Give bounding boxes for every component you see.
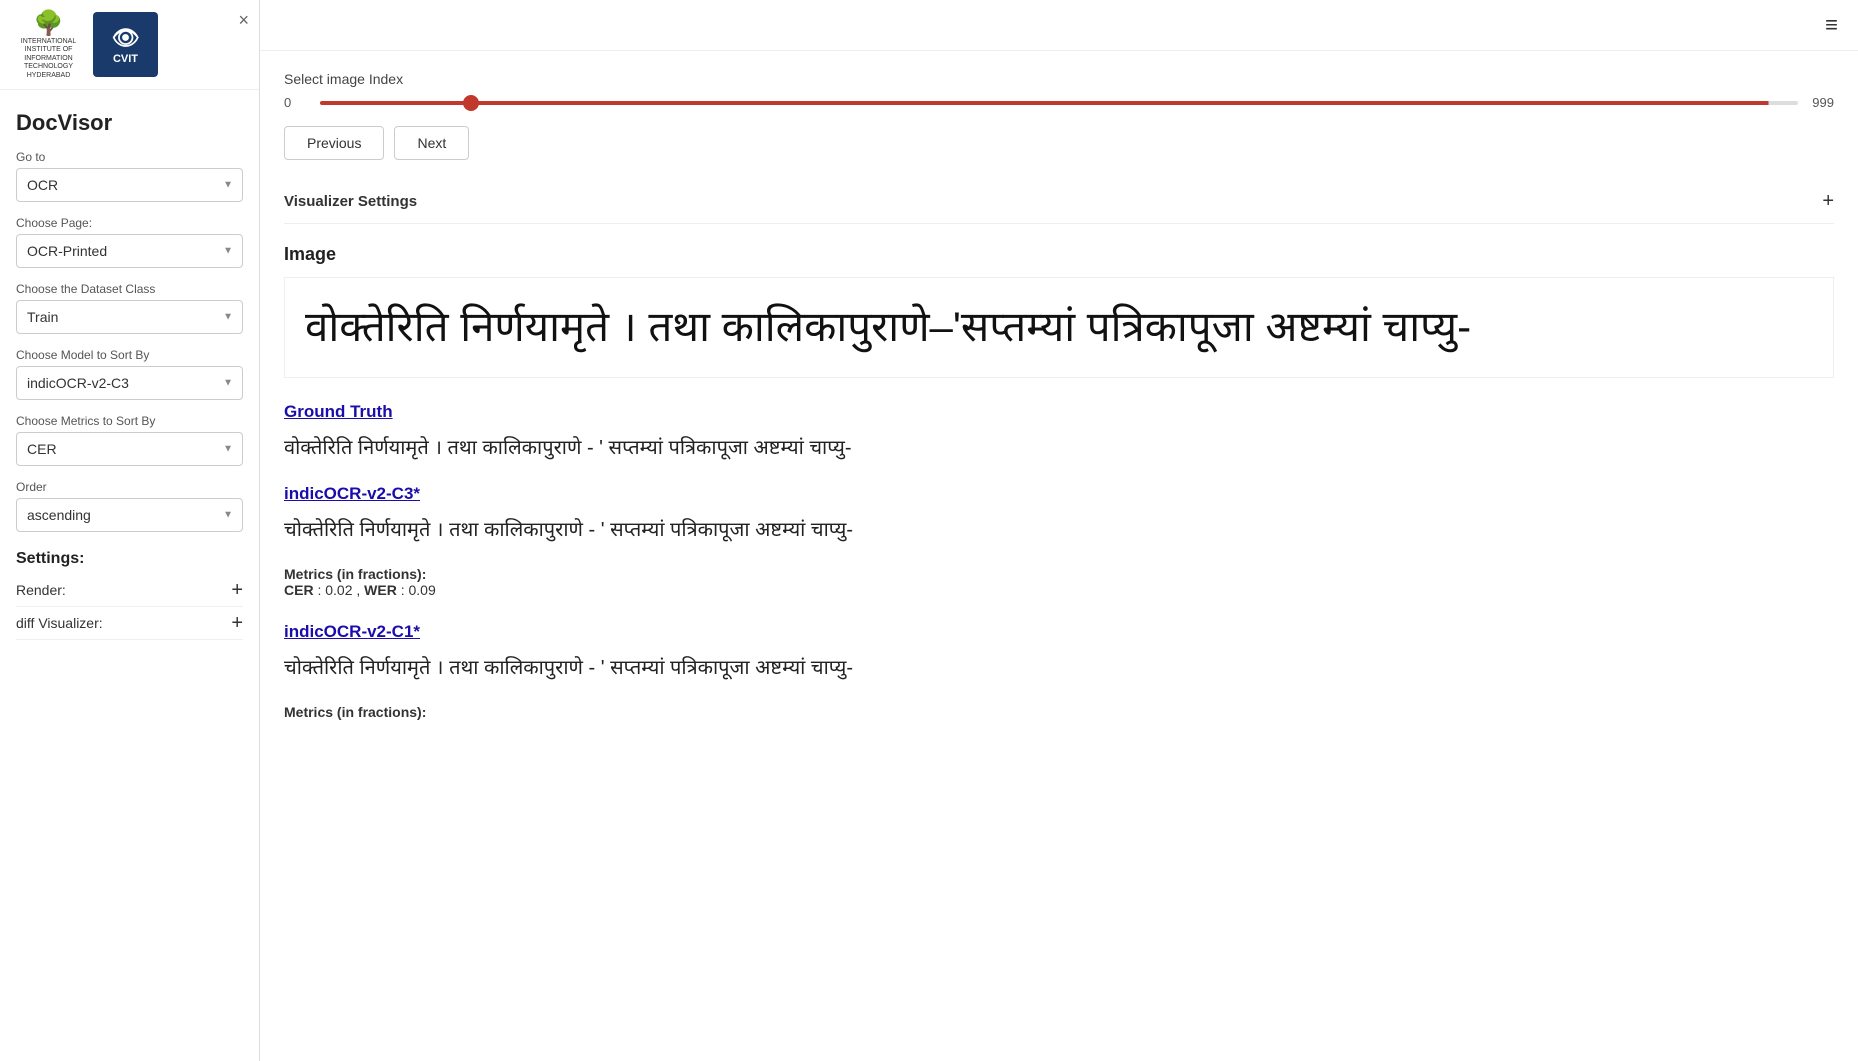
image-hindi-text: वोक्तेरिति निर्णयामृते । तथा कालिकापुराण… (285, 288, 1833, 367)
main-content: ≡ Select image Index 0 999 Previous Next… (260, 0, 1858, 1061)
menu-icon[interactable]: ≡ (1825, 12, 1838, 38)
iiit-logo: 🌳 INTERNATIONAL INSTITUTE OFINFORMATION … (16, 12, 81, 77)
goto-section: Go to OCR NER Layout (16, 150, 243, 202)
order-select-wrapper: ascending descending (16, 498, 243, 532)
dataset-class-select[interactable]: Train Test Validation (16, 300, 243, 334)
metrics-label-0: Metrics (in fractions): (284, 566, 1834, 582)
choose-page-label: Choose Page: (16, 216, 243, 230)
goto-label: Go to (16, 150, 243, 164)
slider-min-value: 0 (284, 95, 308, 110)
cvit-logo: 👁 CVIT (93, 12, 158, 77)
model-text-0: चोक्तेरिति निर्णयामृते । तथा कालिकापुराण… (284, 514, 1834, 546)
metrics-sort-select[interactable]: CER WER (16, 432, 243, 466)
order-label: Order (16, 480, 243, 494)
model-section-0: indicOCR-v2-C3* चोक्तेरिति निर्णयामृते । … (284, 484, 1834, 598)
render-plus-button[interactable]: + (231, 580, 243, 600)
visualizer-plus-button[interactable]: + (1822, 190, 1834, 213)
sidebar-content: DocVisor Go to OCR NER Layout Choose Pag… (0, 90, 259, 1061)
image-section-title: Image (284, 244, 1834, 265)
choose-page-section: Choose Page: OCR-Printed OCR-Handwritten (16, 216, 243, 268)
model-sort-select-wrapper: indicOCR-v2-C3 indicOCR-v2-C1 (16, 366, 243, 400)
slider-section: Select image Index 0 999 (284, 71, 1834, 110)
sidebar: 🌳 INTERNATIONAL INSTITUTE OFINFORMATION … (0, 0, 260, 1061)
render-row: Render: + (16, 574, 243, 607)
choose-page-select-wrapper: OCR-Printed OCR-Handwritten (16, 234, 243, 268)
model-sort-select[interactable]: indicOCR-v2-C3 indicOCR-v2-C1 (16, 366, 243, 400)
visualizer-settings-bar: Visualizer Settings + (284, 180, 1834, 224)
model-sort-section: Choose Model to Sort By indicOCR-v2-C3 i… (16, 348, 243, 400)
next-button[interactable]: Next (394, 126, 469, 160)
ground-truth-text: वोक्तेरिति निर्णयामृते । तथा कालिकापुराण… (284, 432, 1834, 464)
sidebar-header: 🌳 INTERNATIONAL INSTITUTE OFINFORMATION … (0, 0, 259, 90)
visualizer-settings-title: Visualizer Settings (284, 193, 417, 210)
goto-select[interactable]: OCR NER Layout (16, 168, 243, 202)
goto-select-wrapper: OCR NER Layout (16, 168, 243, 202)
nav-buttons: Previous Next (284, 126, 1834, 160)
close-button[interactable]: × (238, 10, 249, 31)
model-text-1: चोक्तेरिति निर्णयामृते । तथा कालिकापुराण… (284, 652, 1834, 684)
models-container: indicOCR-v2-C3* चोक्तेरिति निर्णयामृते । … (284, 484, 1834, 720)
model-section-1: indicOCR-v2-C1* चोक्तेरिति निर्णयामृते । … (284, 622, 1834, 720)
order-select[interactable]: ascending descending (16, 498, 243, 532)
metrics-sort-label: Choose Metrics to Sort By (16, 414, 243, 428)
diff-visualizer-row: diff Visualizer: + (16, 607, 243, 640)
ground-truth-link[interactable]: Ground Truth (284, 402, 1834, 422)
dataset-class-label: Choose the Dataset Class (16, 282, 243, 296)
image-index-slider[interactable] (320, 101, 1798, 105)
settings-section: Settings: Render: + diff Visualizer: + (16, 550, 243, 640)
slider-label: Select image Index (284, 71, 1834, 87)
model-sort-label: Choose Model to Sort By (16, 348, 243, 362)
app-title: DocVisor (16, 110, 243, 136)
image-display: वोक्तेरिति निर्णयामृते । तथा कालिकापुराण… (284, 277, 1834, 378)
model-name-link-1[interactable]: indicOCR-v2-C1* (284, 622, 1834, 642)
order-section: Order ascending descending (16, 480, 243, 532)
dataset-class-select-wrapper: Train Test Validation (16, 300, 243, 334)
settings-title: Settings: (16, 550, 243, 568)
metrics-sort-section: Choose Metrics to Sort By CER WER (16, 414, 243, 466)
main-header: ≡ (260, 0, 1858, 51)
metrics-sort-select-wrapper: CER WER (16, 432, 243, 466)
diff-visualizer-label: diff Visualizer: (16, 615, 103, 631)
slider-row: 0 999 (284, 95, 1834, 110)
image-section: Image वोक्तेरिति निर्णयामृते । तथा कालिक… (284, 244, 1834, 378)
slider-max-value: 999 (1810, 95, 1834, 110)
dataset-class-section: Choose the Dataset Class Train Test Vali… (16, 282, 243, 334)
choose-page-select[interactable]: OCR-Printed OCR-Handwritten (16, 234, 243, 268)
diff-visualizer-plus-button[interactable]: + (231, 613, 243, 633)
render-label: Render: (16, 582, 66, 598)
main-body: Select image Index 0 999 Previous Next V… (260, 51, 1858, 1061)
metrics-values-0: CER : 0.02 , WER : 0.09 (284, 582, 1834, 598)
ground-truth-section: Ground Truth वोक्तेरिति निर्णयामृते । तथ… (284, 402, 1834, 464)
metrics-label-1: Metrics (in fractions): (284, 704, 1834, 720)
model-name-link-0[interactable]: indicOCR-v2-C3* (284, 484, 1834, 504)
previous-button[interactable]: Previous (284, 126, 384, 160)
